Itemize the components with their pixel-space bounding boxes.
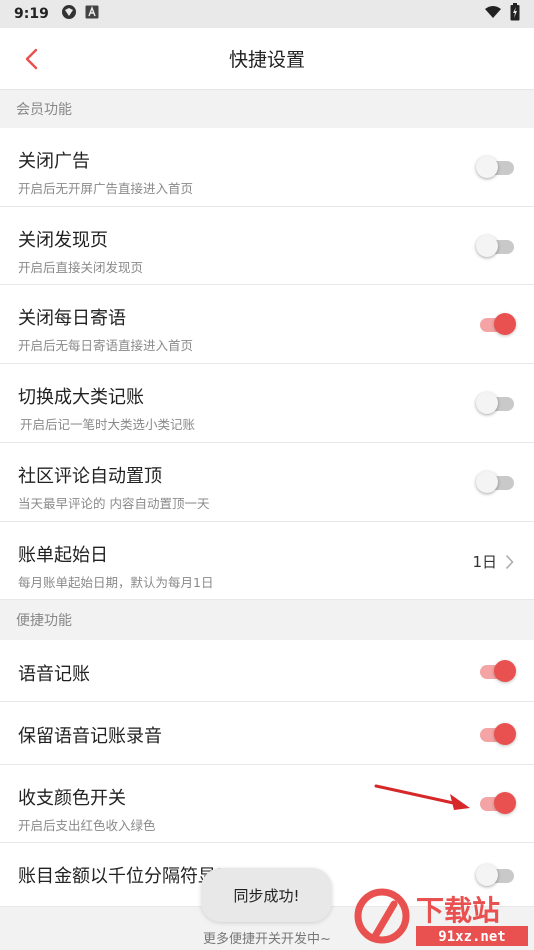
bill-start-day-value: 1日: [472, 551, 514, 572]
status-bar: 9:19: [0, 0, 534, 28]
setting-description: 每月账单起始日期，默认为每月1日: [18, 575, 214, 590]
setting-description: 开启后记一笔时大类选小类记账: [20, 417, 196, 432]
setting-description: 开启后无开屏广告直接进入首页: [18, 181, 194, 196]
toggle-comment-pin[interactable]: [476, 470, 516, 494]
battery-icon: [510, 3, 520, 25]
setting-label: 关闭发现页: [18, 230, 108, 251]
app-header: 快捷设置: [0, 28, 534, 90]
setting-label: 社区评论自动置顶: [18, 466, 162, 487]
chevron-left-icon: [25, 48, 38, 70]
toggle-income-expense-color[interactable]: [476, 791, 516, 815]
watermark-small-text: 91xz.net: [438, 929, 505, 945]
setting-label: 保留语音记账录音: [18, 726, 162, 747]
toggle-close-ads[interactable]: [476, 155, 516, 179]
back-button[interactable]: [18, 45, 46, 73]
setting-description: 开启后直接关闭发现页: [18, 260, 144, 275]
page-title: 快捷设置: [228, 49, 305, 71]
setting-description: 开启后无每日寄语直接进入首页: [18, 338, 194, 353]
setting-row-bill-start-day[interactable]: 账单起始日 每月账单起始日期，默认为每月1日 1日: [0, 522, 534, 600]
annotation-arrow-icon: [374, 784, 470, 810]
section-header-convenience: 便捷功能: [0, 600, 534, 640]
toggle-keep-voice-recording[interactable]: [476, 722, 516, 746]
setting-label: 收支颜色开关: [18, 788, 126, 809]
status-time: 9:19: [14, 6, 49, 22]
setting-label: 切换成大类记账: [18, 387, 144, 408]
setting-label: 账单起始日: [18, 545, 108, 566]
watermark-logo: 下载站 91xz.net: [354, 888, 528, 946]
setting-row-comment-pin: 社区评论自动置顶 当天最早评论的 内容自动置顶一天: [0, 443, 534, 522]
section-header-member: 会员功能: [0, 90, 534, 128]
chevron-right-icon: [505, 554, 514, 569]
setting-row-close-discover: 关闭发现页 开启后直接关闭发现页: [0, 207, 534, 285]
setting-row-close-daily-message: 关闭每日寄语 开启后无每日寄语直接进入首页: [0, 285, 534, 364]
sync-success-toast: 同步成功!: [201, 868, 332, 922]
bill-start-day-text: 1日: [472, 553, 497, 571]
setting-row-close-ads: 关闭广告 开启后无开屏广告直接进入首页: [0, 128, 534, 207]
setting-row-keep-voice-recording: 保留语音记账录音: [0, 702, 534, 765]
setting-row-big-category: 切换成大类记账 开启后记一笔时大类选小类记账: [0, 364, 534, 443]
setting-description: 开启后支出红色收入绿色: [18, 818, 156, 833]
toggle-voice-bookkeeping[interactable]: [476, 659, 516, 683]
toggle-close-daily-message[interactable]: [476, 312, 516, 336]
setting-label: 语音记账: [18, 664, 90, 685]
wifi-icon: [484, 5, 502, 23]
setting-label: 关闭广告: [18, 151, 90, 172]
setting-row-voice-bookkeeping: 语音记账: [0, 640, 534, 702]
toggle-big-category[interactable]: [476, 391, 516, 415]
watermark-big-text: 下载站: [416, 894, 500, 927]
keyboard-notification-icon: [85, 5, 99, 23]
app-notification-icon: [61, 4, 77, 24]
toggle-close-discover[interactable]: [476, 234, 516, 258]
setting-description: 当天最早评论的 内容自动置顶一天: [18, 496, 210, 511]
setting-label: 关闭每日寄语: [18, 308, 126, 329]
